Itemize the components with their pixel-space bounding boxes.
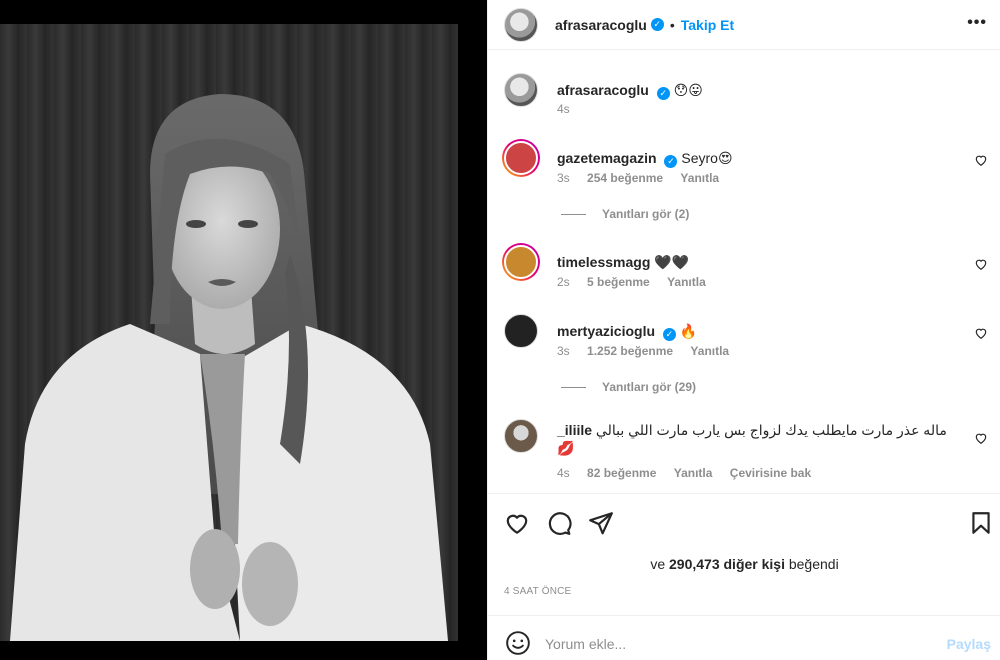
comment-meta: 3s 1.252 beğenme Yanıtla xyxy=(557,344,743,358)
post-timestamp[interactable]: 4 SAAT ÖNCE xyxy=(504,586,571,597)
comments-list: afrasaracoglu ✓ 😯😛 4s gazetemagazin ✓ Se… xyxy=(488,51,1000,493)
author-username[interactable]: afrasaracoglu xyxy=(555,17,647,33)
comment-item: timelessmagg 🖤🖤 2s 5 beğenme Yanıtla xyxy=(502,243,994,295)
comment-likes[interactable]: 1.252 beğenme xyxy=(587,344,673,358)
view-replies-label[interactable]: Yanıtları gör (29) xyxy=(602,380,696,394)
comment-likes[interactable]: 82 beğenme xyxy=(587,466,656,480)
commenter-avatar[interactable] xyxy=(504,419,538,453)
comment-username[interactable]: timelessmagg xyxy=(557,254,650,270)
replies-divider xyxy=(561,386,586,388)
like-heart-icon[interactable] xyxy=(504,510,530,536)
caption-time[interactable]: 4s xyxy=(557,102,570,116)
save-bookmark-icon[interactable] xyxy=(968,510,994,536)
likes-prefix: ve xyxy=(650,556,666,572)
comment-text: 🔥 xyxy=(679,323,698,339)
comment-item: mertyazicioglu ✓ 🔥 3s 1.252 beğenme Yanı… xyxy=(504,314,994,394)
comment-line: mertyazicioglu ✓ 🔥 xyxy=(557,322,977,341)
commenter-avatar[interactable] xyxy=(504,141,538,175)
comment-item: gazetemagazin ✓ Seyro😍 3s 254 beğenme Ya… xyxy=(502,139,994,221)
comment-item: _iliile ماله عذر مارت مايطلب يدك لزواج ب… xyxy=(504,419,994,489)
likes-summary[interactable]: ve 290,473 diğer kişi beğendi xyxy=(488,556,1000,572)
comment-input[interactable] xyxy=(545,629,925,659)
reply-button[interactable]: Yanıtla xyxy=(680,171,719,185)
caption-meta: 4s xyxy=(557,102,584,116)
view-replies-button[interactable]: Yanıtları gör (2) xyxy=(561,207,689,221)
like-comment-icon[interactable] xyxy=(974,326,988,340)
story-ring[interactable] xyxy=(502,139,540,177)
comment-text: 🖤🖤 xyxy=(654,254,690,270)
comment-line: gazetemagazin ✓ Seyro😍 xyxy=(557,149,977,168)
post-header: afrasaracoglu ✓ • Takip Et ••• xyxy=(488,0,1000,50)
comment-time[interactable]: 2s xyxy=(557,275,570,289)
view-replies-label[interactable]: Yanıtları gör (2) xyxy=(602,207,689,221)
caption-author-avatar[interactable] xyxy=(504,73,538,107)
share-send-icon[interactable] xyxy=(588,510,614,536)
post-side-panel: afrasaracoglu ✓ • Takip Et ••• afrasarac… xyxy=(487,0,1000,660)
like-comment-icon[interactable] xyxy=(974,257,988,271)
comment-text: ماله عذر مارت مايطلب يدك لزواج بس يارب م… xyxy=(557,422,947,456)
comment-username[interactable]: _iliile xyxy=(557,422,592,438)
comment-text: Seyro😍 xyxy=(681,150,733,166)
more-options-icon[interactable]: ••• xyxy=(967,14,987,32)
comment-meta: 2s 5 beğenme Yanıtla xyxy=(557,275,720,289)
post-photo[interactable] xyxy=(0,24,458,641)
verified-badge-icon: ✓ xyxy=(656,87,670,100)
comment-bubble-icon[interactable] xyxy=(546,510,572,536)
comment-time[interactable]: 3s xyxy=(557,344,570,358)
reply-button[interactable]: Yanıtla xyxy=(667,275,706,289)
caption-line: afrasaracoglu ✓ 😯😛 xyxy=(557,81,977,100)
caption-text: 😯😛 xyxy=(673,82,703,98)
comment-composer: Paylaş xyxy=(488,615,1000,660)
commenter-avatar[interactable] xyxy=(504,314,538,348)
replies-divider xyxy=(561,213,586,215)
like-comment-icon[interactable] xyxy=(974,153,988,167)
emoji-picker-icon[interactable] xyxy=(505,630,531,656)
caption: afrasaracoglu ✓ 😯😛 4s xyxy=(504,73,994,123)
comment-time[interactable]: 3s xyxy=(557,171,570,185)
post-comment-button[interactable]: Paylaş xyxy=(947,636,991,652)
like-comment-icon[interactable] xyxy=(974,431,988,445)
verified-badge-icon: ✓ xyxy=(662,328,676,341)
post-actions: ve 290,473 diğer kişi beğendi 4 SAAT ÖNC… xyxy=(488,493,1000,613)
comment-time[interactable]: 4s xyxy=(557,466,570,480)
caption-author[interactable]: afrasaracoglu xyxy=(557,82,649,98)
comment-username[interactable]: mertyazicioglu xyxy=(557,323,655,339)
post-media xyxy=(0,0,487,660)
likes-suffix: beğendi xyxy=(788,556,839,572)
follow-button[interactable]: Takip Et xyxy=(681,17,734,33)
comment-likes[interactable]: 254 beğenme xyxy=(587,171,663,185)
story-ring[interactable] xyxy=(502,243,540,281)
photo-illustration xyxy=(10,94,448,641)
commenter-avatar[interactable] xyxy=(504,245,538,279)
comment-likes[interactable]: 5 beğenme xyxy=(587,275,650,289)
comment-meta: 3s 254 beğenme Yanıtla xyxy=(557,171,733,185)
comment-username[interactable]: gazetemagazin xyxy=(557,150,657,166)
reply-button[interactable]: Yanıtla xyxy=(674,466,713,480)
comment-meta: 4s 82 beğenme Yanıtla Çevirisine bak xyxy=(557,466,825,480)
view-replies-button[interactable]: Yanıtları gör (29) xyxy=(561,380,696,394)
author-avatar[interactable] xyxy=(504,7,538,42)
comment-line: _iliile ماله عذر مارت مايطلب يدك لزواج ب… xyxy=(557,421,957,457)
reply-button[interactable]: Yanıtla xyxy=(690,344,729,358)
see-translation-button[interactable]: Çevirisine bak xyxy=(730,466,811,480)
verified-badge-icon: ✓ xyxy=(664,155,678,168)
comment-line: timelessmagg 🖤🖤 xyxy=(557,253,977,271)
separator-dot: • xyxy=(669,16,675,33)
likes-count[interactable]: 290,473 diğer kişi xyxy=(669,556,785,572)
verified-badge-icon: ✓ xyxy=(650,18,664,31)
